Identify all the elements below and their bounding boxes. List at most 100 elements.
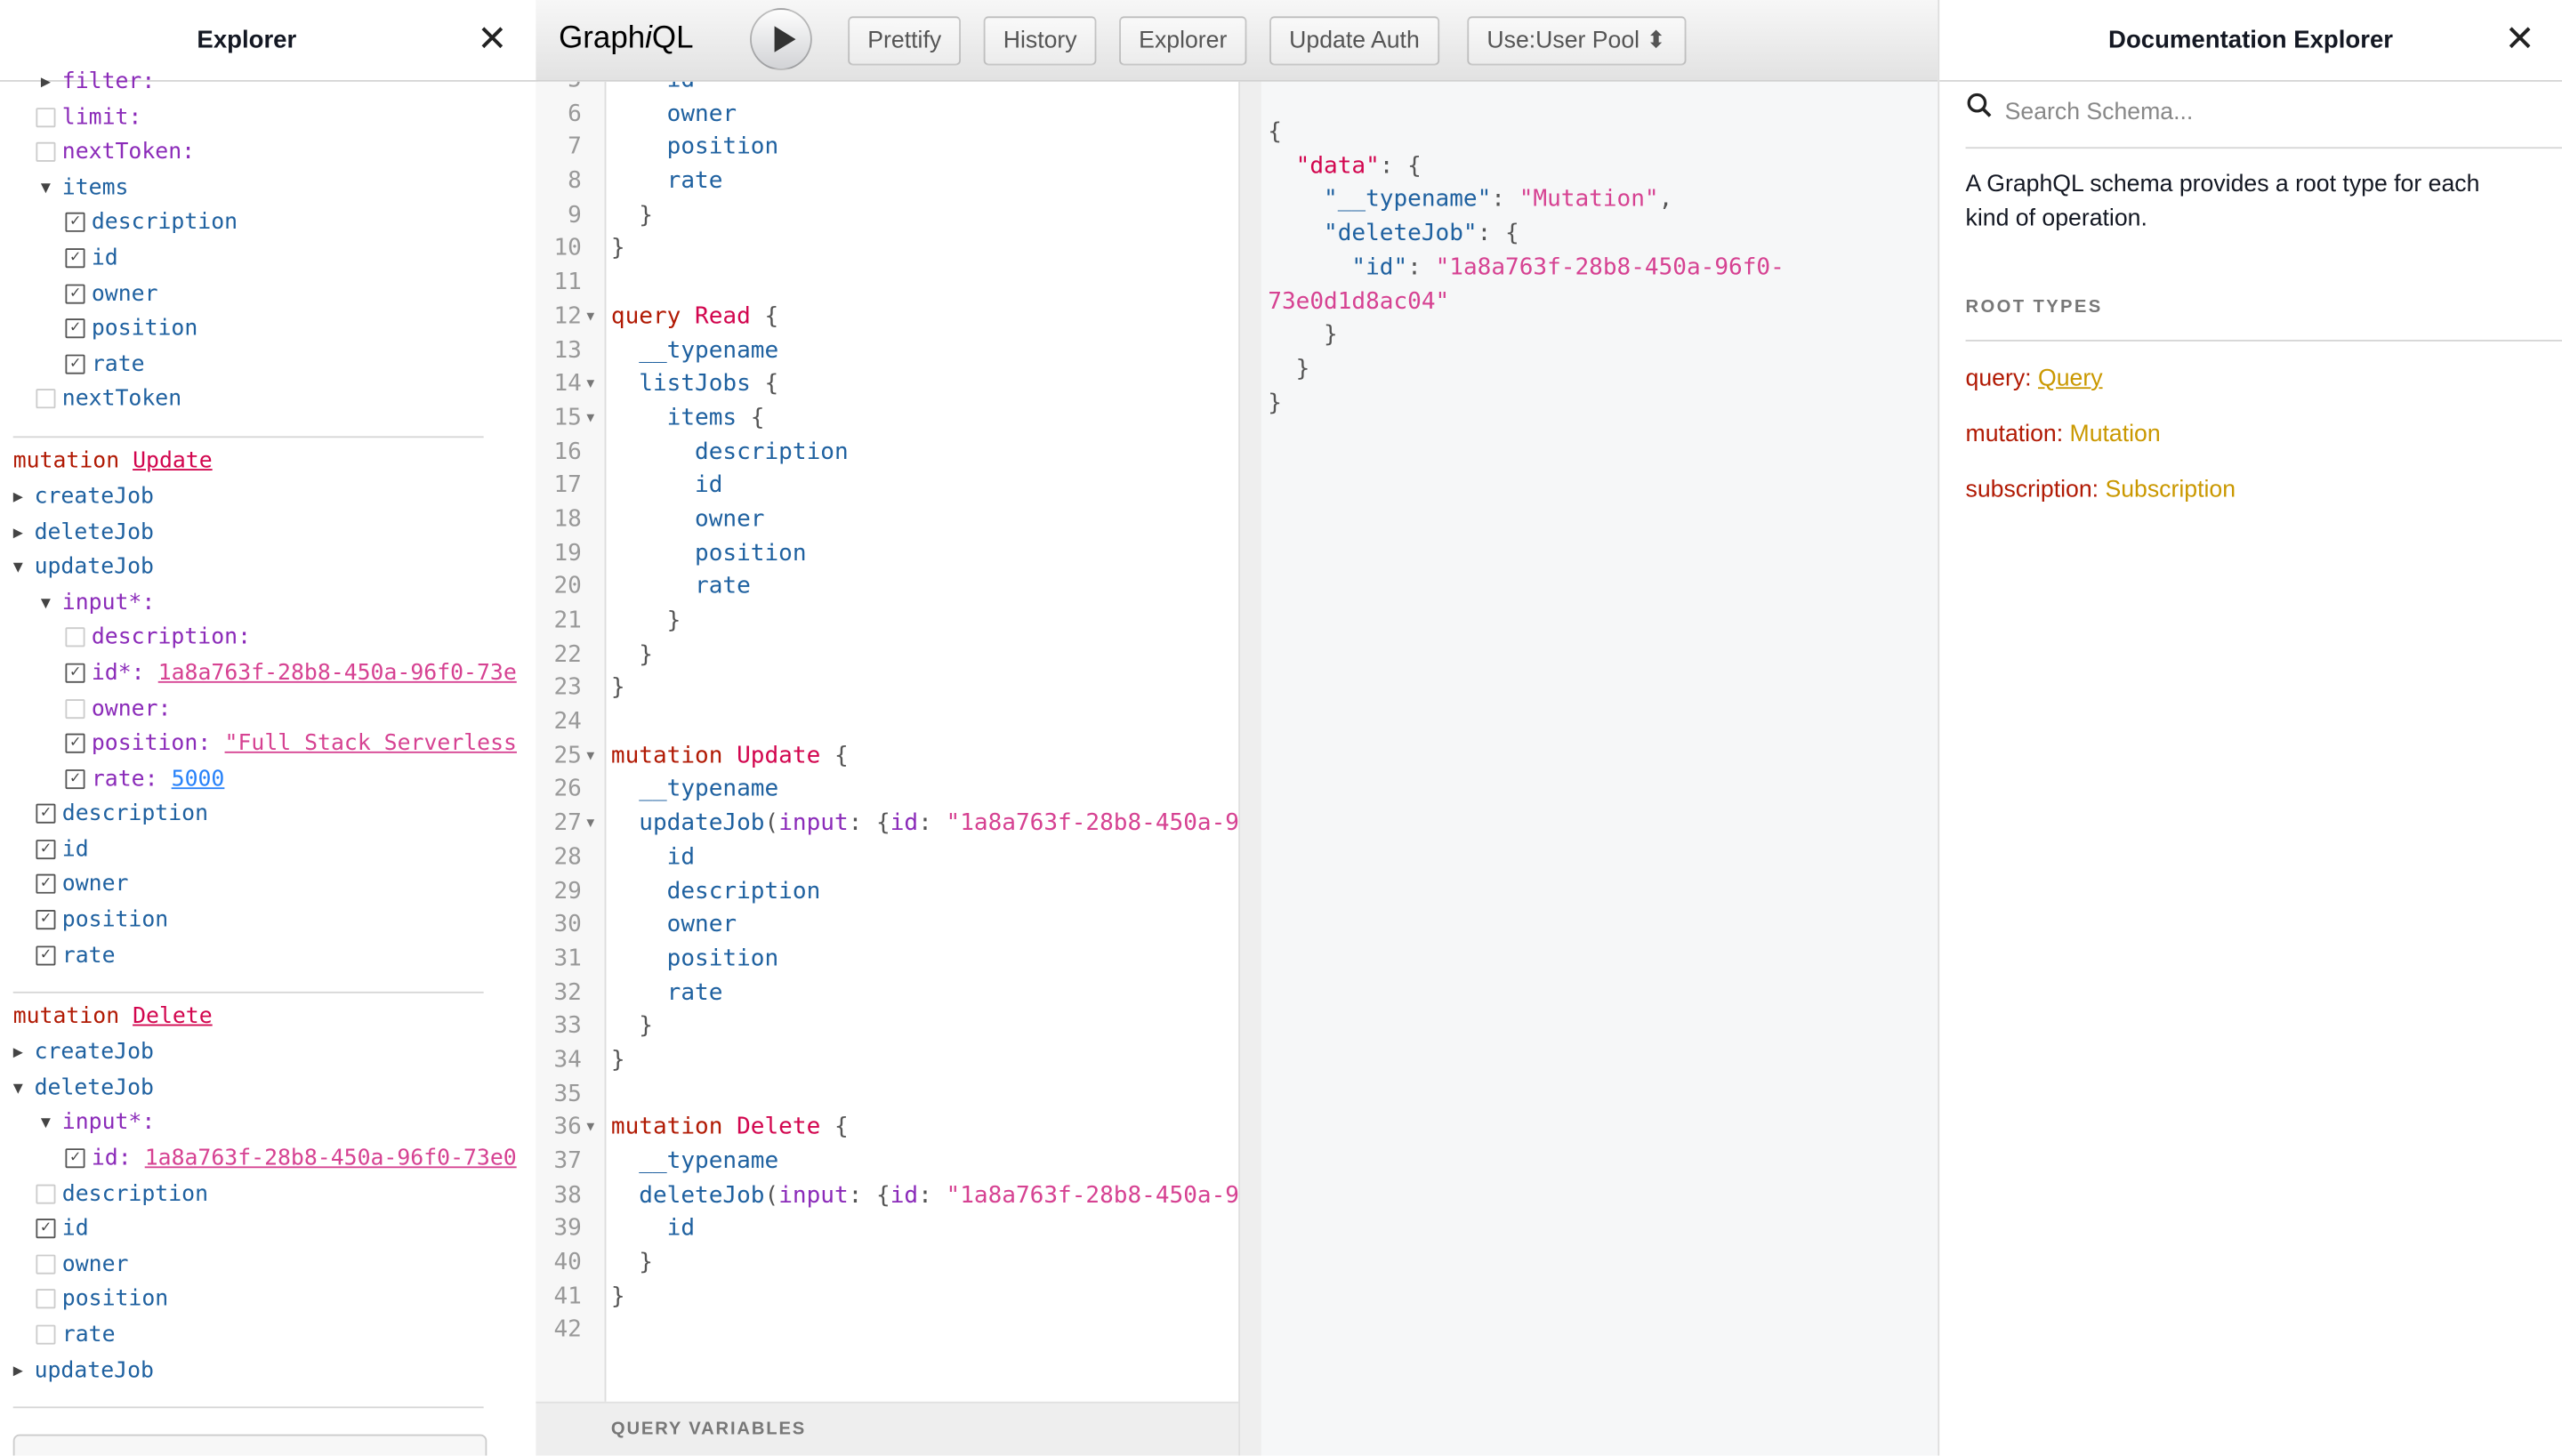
code-line[interactable]: 11 (536, 267, 1238, 301)
argument-value[interactable]: 1a8a763f-28b8-450a-96f0-73e0 (145, 1142, 517, 1178)
code-line[interactable]: 27 ▼ updateJob(input: {id: "1a8a763f-28b8… (536, 808, 1238, 841)
code-line[interactable]: 36 ▼ mutation Delete { (536, 1112, 1238, 1146)
root-type-link[interactable]: Subscription (2105, 477, 2236, 503)
fold-arrow-icon[interactable]: ▼ (586, 368, 594, 402)
checkbox-checked-icon[interactable]: ✓ (65, 213, 85, 233)
fold-arrow-icon[interactable]: ▼ (586, 808, 594, 841)
checkbox-icon[interactable] (65, 627, 85, 648)
tree-item[interactable]: ✓ id (0, 833, 536, 868)
tree-item[interactable]: owner: (0, 692, 536, 728)
code-line[interactable]: 30 owner (536, 909, 1238, 943)
history-button[interactable]: History (983, 16, 1097, 66)
code-line[interactable]: 37 __typename (536, 1146, 1238, 1179)
fold-arrow-icon[interactable]: ▼ (586, 402, 594, 436)
checkbox-checked-icon[interactable]: ✓ (36, 910, 56, 930)
tree-item[interactable]: ▶ deleteJob (0, 516, 536, 551)
argument-value[interactable]: "Full Stack Serverless (225, 728, 517, 763)
tree-item[interactable]: ▼ input*: (0, 586, 536, 622)
tree-item[interactable]: ✓ id (0, 242, 536, 278)
tree-item[interactable]: ✓ position (0, 904, 536, 939)
code-line[interactable]: 25 ▼ mutation Update { (536, 740, 1238, 774)
code-line[interactable]: 33 } (536, 1010, 1238, 1044)
code-line[interactable]: 38 deleteJob(input: {id: "1a8a763f-28b8-… (536, 1179, 1238, 1213)
code-line[interactable]: 39 id (536, 1213, 1238, 1247)
code-line[interactable]: 21 } (536, 605, 1238, 639)
checkbox-icon[interactable] (36, 1254, 56, 1275)
tree-item[interactable]: ✓ owner (0, 868, 536, 904)
code-line[interactable]: 34} (536, 1044, 1238, 1078)
tree-item[interactable]: rate (0, 1318, 536, 1354)
code-line[interactable]: 20 rate (536, 571, 1238, 605)
tree-item[interactable]: ✓ description (0, 206, 536, 242)
auth-mode-select[interactable]: Use:User Pool ⬍ (1467, 16, 1686, 66)
code-line[interactable]: 15 ▼ items { (536, 402, 1238, 436)
root-type-link[interactable]: Query (2038, 366, 2103, 391)
checkbox-checked-icon[interactable]: ✓ (65, 283, 85, 303)
code-line[interactable]: 18 owner (536, 503, 1238, 537)
code-line[interactable]: 28 id (536, 841, 1238, 875)
close-icon[interactable]: ✕ (2505, 19, 2535, 59)
execute-query-button[interactable] (750, 8, 812, 70)
tree-item[interactable]: ✓ id (0, 1212, 536, 1248)
code-line[interactable]: 10} (536, 233, 1238, 267)
caret-right-icon[interactable]: ▶ (41, 65, 51, 101)
tree-item[interactable]: ▶ createJob (0, 1036, 536, 1072)
tree-item[interactable]: owner (0, 1248, 536, 1283)
code-line[interactable]: 29 description (536, 875, 1238, 909)
tree-item[interactable]: description (0, 1178, 536, 1213)
close-icon[interactable]: ✕ (477, 19, 507, 59)
caret-right-icon[interactable]: ▶ (13, 480, 23, 516)
tree-item[interactable]: ✓ id: 1a8a763f-28b8-450a-96f0-73e0 (0, 1142, 536, 1178)
checkbox-icon[interactable] (36, 1289, 56, 1309)
caret-down-icon[interactable]: ▼ (41, 586, 51, 622)
tree-item[interactable]: ✓ rate (0, 348, 536, 383)
root-type-link[interactable]: Mutation (2070, 422, 2161, 447)
code-line[interactable]: 19 position (536, 537, 1238, 571)
tree-item[interactable]: ▶ createJob (0, 480, 536, 516)
code-line[interactable]: 40 } (536, 1247, 1238, 1281)
code-line[interactable]: 23} (536, 672, 1238, 706)
caret-right-icon[interactable]: ▶ (13, 516, 23, 551)
code-line[interactable]: 6 owner (536, 98, 1238, 132)
fold-arrow-icon[interactable]: ▼ (586, 740, 594, 774)
checkbox-checked-icon[interactable]: ✓ (36, 945, 56, 965)
argument-value[interactable]: 5000 (172, 762, 225, 798)
tree-item[interactable]: ▶ updateJob (0, 1354, 536, 1389)
tree-item[interactable]: ✓ rate: 5000 (0, 762, 536, 798)
checkbox-checked-icon[interactable]: ✓ (36, 1219, 56, 1239)
code-line[interactable]: 32 rate (536, 977, 1238, 1010)
checkbox-icon[interactable] (65, 698, 85, 719)
tree-item[interactable]: position (0, 1283, 536, 1319)
tree-item[interactable]: nextToken (0, 382, 536, 418)
checkbox-checked-icon[interactable]: ✓ (65, 768, 85, 789)
update-auth-button[interactable]: Update Auth (1269, 16, 1439, 66)
checkbox-checked-icon[interactable]: ✓ (36, 874, 56, 895)
code-line[interactable]: 8 rate (536, 165, 1238, 199)
search-schema-input[interactable] (2001, 98, 2499, 128)
tree-item[interactable]: ▶ filter: (0, 65, 536, 101)
checkbox-checked-icon[interactable]: ✓ (36, 804, 56, 825)
checkbox-icon[interactable] (36, 1324, 56, 1345)
tree-item[interactable]: ✓ id*: 1a8a763f-28b8-450a-96f0-73e (0, 656, 536, 692)
query-editor[interactable]: 5 id6 owner7 position8 rate9 }10}1112▼qu… (536, 81, 1239, 1402)
checkbox-checked-icon[interactable]: ✓ (65, 354, 85, 374)
tree-item[interactable]: ✓ position: "Full Stack Serverless (0, 728, 536, 763)
tree-item[interactable]: ✓ owner (0, 277, 536, 312)
code-line[interactable]: 24 (536, 706, 1238, 740)
prettify-button[interactable]: Prettify (848, 16, 962, 66)
code-line[interactable]: 12 ▼ query Read { (536, 301, 1238, 334)
code-line[interactable]: 31 position (536, 943, 1238, 977)
code-line[interactable]: 9 } (536, 199, 1238, 233)
operation-name[interactable]: Update (133, 447, 213, 473)
checkbox-checked-icon[interactable]: ✓ (65, 663, 85, 683)
tree-item[interactable]: ✓ rate (0, 938, 536, 974)
tree-item[interactable]: ▼ input*: (0, 1106, 536, 1142)
caret-down-icon[interactable]: ▼ (13, 551, 23, 586)
tree-item[interactable]: ▼ items (0, 171, 536, 206)
fold-arrow-icon[interactable]: ▼ (586, 1112, 594, 1146)
argument-value[interactable]: 1a8a763f-28b8-450a-96f0-73e (158, 656, 517, 692)
tree-item[interactable]: nextToken: (0, 136, 536, 172)
tree-item[interactable]: description: (0, 622, 536, 657)
code-line[interactable]: 35 (536, 1078, 1238, 1112)
checkbox-checked-icon[interactable]: ✓ (65, 318, 85, 339)
